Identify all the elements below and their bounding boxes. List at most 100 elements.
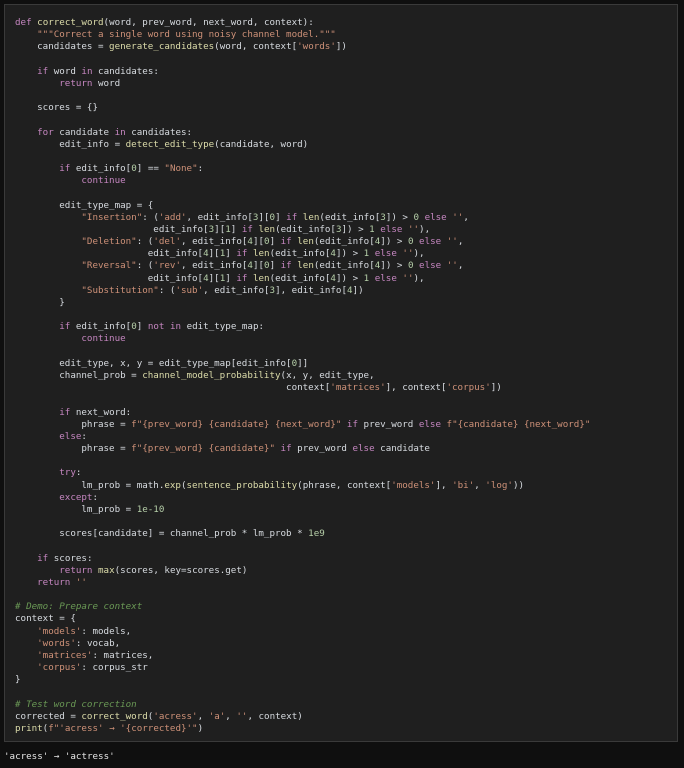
code-token: 'corpus' bbox=[37, 662, 82, 674]
code-line: # Test word correction bbox=[15, 699, 673, 711]
code-token: "Deletion" bbox=[81, 236, 137, 248]
code-token: ], bbox=[435, 479, 453, 491]
code-token: sentence_probability bbox=[186, 479, 298, 491]
code-token: # Demo: Prepare context bbox=[15, 601, 143, 613]
code-line: lm_prob = math.exp(sentence_probability(… bbox=[15, 480, 673, 492]
code-line: if scores: bbox=[15, 553, 673, 565]
code-line: return max(scores, key=scores.get) bbox=[15, 565, 673, 577]
code-line: ​ bbox=[15, 90, 673, 102]
code-token: ][ bbox=[258, 211, 270, 223]
code-token: next_word: bbox=[70, 406, 132, 418]
code-token: ] bbox=[269, 236, 281, 248]
code-token: , bbox=[197, 710, 209, 722]
code-token: lm_prob = math. bbox=[15, 479, 165, 491]
code-token: ), bbox=[413, 272, 425, 284]
code-line: ​ bbox=[15, 516, 673, 528]
code-token: """Correct a single word using noisy cha… bbox=[15, 29, 336, 41]
code-token: edit_info[ bbox=[15, 272, 204, 284]
code-line: ​ bbox=[15, 54, 673, 66]
code-token: if bbox=[286, 211, 298, 223]
code-token: else bbox=[380, 223, 403, 235]
code-line: ​ bbox=[15, 187, 673, 199]
code-token: context = { bbox=[15, 613, 76, 625]
code-line: except: bbox=[15, 492, 673, 504]
code-token: else bbox=[424, 211, 447, 223]
code-token: (edit_info[ bbox=[269, 248, 331, 260]
code-token: if bbox=[236, 272, 248, 284]
code-token: ][ bbox=[214, 223, 226, 235]
code-token: if bbox=[346, 418, 358, 430]
code-token: , bbox=[225, 710, 237, 722]
code-line: 'matrices': matrices, bbox=[15, 650, 673, 662]
code-token: edit_info[ bbox=[70, 321, 132, 333]
code-token: (edit_info[ bbox=[319, 211, 381, 223]
code-token: lm_prob = bbox=[15, 503, 137, 515]
code-token: corrected = bbox=[15, 710, 82, 722]
code-token: continue bbox=[81, 175, 126, 187]
code-line: if word in candidates: bbox=[15, 66, 673, 78]
code-line: ​ bbox=[15, 589, 673, 601]
code-token: f"'acress' → '{corrected}'" bbox=[48, 722, 198, 734]
code-token: return bbox=[37, 576, 71, 588]
code-cell[interactable]: def correct_word(word, prev_word, next_w… bbox=[4, 4, 678, 742]
code-token: ]) > bbox=[380, 260, 408, 272]
code-line: return '' bbox=[15, 577, 673, 589]
code-line: corrected = correct_word('acress', 'a', … bbox=[15, 711, 673, 723]
code-editor[interactable]: def correct_word(word, prev_word, next_w… bbox=[15, 17, 673, 735]
code-token: 'a' bbox=[208, 710, 226, 722]
code-line: ​ bbox=[15, 540, 673, 552]
code-token: if bbox=[236, 248, 248, 260]
code-line: "Reversal": ('rev', edit_info[4][0] if l… bbox=[15, 260, 673, 272]
code-line: for candidate in candidates: bbox=[15, 127, 673, 139]
code-line: phrase = f"{prev_word} {candidate} {next… bbox=[15, 419, 673, 431]
code-line: ​ bbox=[15, 309, 673, 321]
code-token: else bbox=[374, 272, 397, 284]
code-token: 'add' bbox=[158, 211, 187, 223]
code-token: not in bbox=[147, 321, 182, 333]
code-token: if bbox=[241, 223, 253, 235]
code-line: continue bbox=[15, 333, 673, 345]
code-token: channel_model_probability bbox=[142, 369, 281, 381]
code-token: ] bbox=[275, 211, 287, 223]
code-token: in bbox=[81, 65, 93, 77]
code-token: 'bi' bbox=[452, 479, 475, 491]
code-token: if bbox=[280, 443, 292, 455]
code-token: ]) > bbox=[335, 248, 364, 260]
code-line: if next_word: bbox=[15, 407, 673, 419]
code-token: in bbox=[114, 126, 126, 138]
code-token: candidates: bbox=[92, 65, 159, 77]
code-token: 'models' bbox=[391, 479, 436, 491]
code-token: if bbox=[280, 236, 292, 248]
code-token: ), bbox=[413, 248, 425, 260]
code-token: ][ bbox=[252, 236, 265, 248]
code-token: ]) > bbox=[341, 223, 370, 235]
code-token: else bbox=[352, 443, 375, 455]
code-token: if bbox=[280, 260, 292, 272]
code-token: : ( bbox=[158, 284, 176, 296]
code-token: 'rev' bbox=[153, 260, 181, 272]
code-line: context = { bbox=[15, 613, 673, 625]
code-line: scores = {} bbox=[15, 102, 673, 114]
cell-output: 'acress' → 'actress' bbox=[4, 751, 115, 762]
code-token: ] bbox=[225, 272, 237, 284]
code-token: def bbox=[15, 17, 32, 28]
code-line: continue bbox=[15, 175, 673, 187]
code-token: if bbox=[59, 321, 71, 333]
code-token: , bbox=[457, 260, 464, 272]
code-token: word bbox=[48, 65, 82, 77]
code-token: detect_edit_type bbox=[125, 138, 215, 150]
code-token: edit_info[ bbox=[70, 163, 132, 175]
code-line: if edit_info[0] == "None": bbox=[15, 163, 673, 175]
code-token: len bbox=[252, 248, 270, 260]
code-token: max bbox=[98, 564, 115, 576]
code-token: 'matrices' bbox=[37, 649, 93, 661]
